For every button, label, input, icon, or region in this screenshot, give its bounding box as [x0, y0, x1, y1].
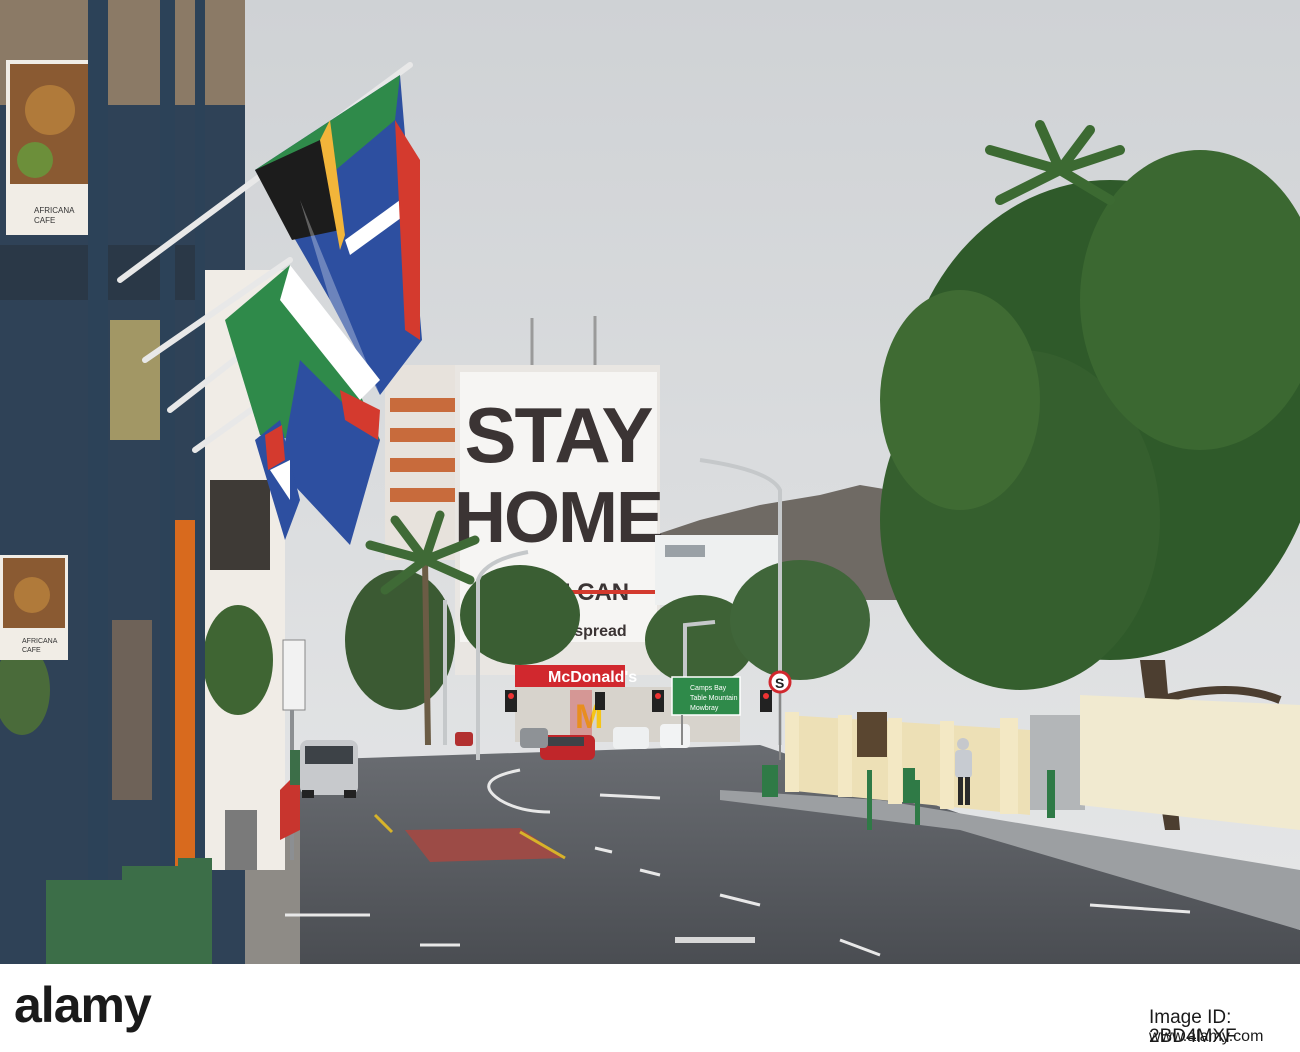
- watermark-footer: [0, 964, 1300, 1052]
- road-marking-text: [675, 937, 755, 943]
- cafe-name-top: AFRICANA: [34, 206, 75, 215]
- mcdonalds-pillar: [570, 690, 592, 740]
- alamy-logo: alamy: [14, 977, 152, 1033]
- tree-canopy: [730, 560, 870, 680]
- billboard-line-stay: STAY: [464, 391, 652, 479]
- tile-panel: [225, 810, 257, 870]
- cafe-poster-bottom: AFRICANA CAFE: [0, 555, 68, 660]
- cafe-sub-bottom: CAFE: [22, 647, 41, 654]
- mcdonalds-sign: McDonald's: [548, 669, 637, 686]
- no-stopping-sign-letter: S: [775, 675, 784, 691]
- road-sign-table-mountain: Table Mountain: [690, 695, 738, 702]
- road-sign-mowbray: Mowbray: [690, 705, 719, 712]
- gate: [1030, 715, 1085, 810]
- white-building-window: [665, 545, 705, 557]
- street-photo: STAY HOME IF YOU CAN #flattenthespread M…: [0, 0, 1300, 964]
- car-red: [540, 735, 595, 760]
- tree-canopy: [345, 570, 455, 710]
- shop-window-lower: [112, 620, 152, 800]
- cafe-poster-top: AFRICANA CAFE: [6, 60, 96, 235]
- cafe-name-bottom: AFRICANA: [22, 638, 58, 645]
- hanging-plant: [203, 605, 273, 715]
- car-silver: [300, 740, 358, 798]
- shop-window: [210, 480, 270, 570]
- site-url-label: www.alamy.com: [1149, 1028, 1264, 1045]
- notice-board: [857, 712, 887, 757]
- road-sign-camps-bay: Camps Bay: [690, 685, 727, 692]
- street-scene: STAY HOME IF YOU CAN #flattenthespread M…: [0, 0, 1300, 964]
- cafe-sub-top: CAFE: [34, 216, 55, 225]
- billboard-line-home: HOME: [454, 478, 662, 558]
